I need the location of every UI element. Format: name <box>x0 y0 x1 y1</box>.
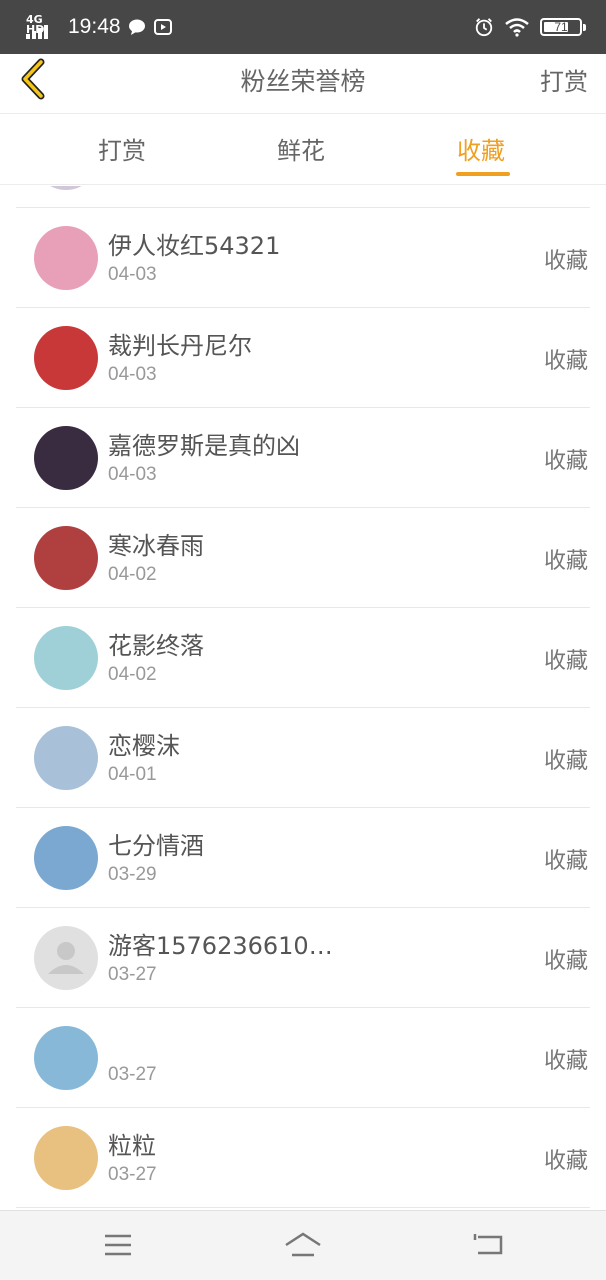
list-item[interactable]: 恋樱沫 04-01 收藏 <box>16 708 590 808</box>
action-label: 收藏 <box>543 549 588 574</box>
list-item[interactable]: 嘉德罗斯是真的凶 04-03 收藏 <box>16 408 590 508</box>
action-label: 收藏 <box>543 749 588 774</box>
list-item[interactable]: 游客1576236610… 03-27 收藏 <box>16 908 590 1008</box>
tab-bar: 打赏 鲜花 收藏 <box>0 115 606 185</box>
date: 04-03 <box>108 464 157 485</box>
list-item[interactable]: 七分情酒 03-29 收藏 <box>16 808 590 908</box>
avatar <box>34 186 98 190</box>
date: 03-27 <box>108 964 157 985</box>
avatar[interactable] <box>34 826 98 890</box>
alarm-icon <box>474 17 494 37</box>
video-app-icon <box>153 17 173 37</box>
avatar[interactable] <box>34 1126 98 1190</box>
tab-favorites[interactable]: 收藏 <box>457 131 505 166</box>
battery-level: 71 <box>554 20 568 34</box>
action-label: 收藏 <box>543 1049 588 1074</box>
list-item[interactable]: 03-27 收藏 <box>16 1008 590 1108</box>
action-label: 收藏 <box>543 249 588 274</box>
action-label: 收藏 <box>543 349 588 374</box>
clock: 19:48 <box>68 15 121 38</box>
tab-reward[interactable]: 打赏 <box>98 131 146 166</box>
wifi-icon <box>504 17 530 37</box>
avatar[interactable] <box>34 226 98 290</box>
date: 04-01 <box>108 764 157 785</box>
menu-icon <box>105 1234 131 1256</box>
fan-list: 伊人妆红54321 04-03 收藏 裁判长丹尼尔 04-03 收藏 嘉德罗斯是… <box>0 186 606 1210</box>
date: 03-29 <box>108 864 157 885</box>
user-name: 伊人妆红54321 <box>108 232 281 260</box>
list-item[interactable]: 粒粒 03-27 收藏 <box>16 1108 590 1208</box>
avatar[interactable] <box>34 526 98 590</box>
network-signal-icon: 4G HD <box>26 14 56 39</box>
list-item[interactable]: 裁判长丹尼尔 04-03 收藏 <box>16 308 590 408</box>
status-bar: 4G HD 19:48 71 <box>0 0 606 54</box>
list-item-partial <box>16 186 590 208</box>
action-label: 收藏 <box>543 849 588 874</box>
avatar[interactable] <box>34 726 98 790</box>
back-nav-button[interactable] <box>468 1227 508 1263</box>
action-label: 收藏 <box>543 649 588 674</box>
user-name: 游客1576236610… <box>108 932 333 960</box>
reward-button[interactable]: 打赏 <box>540 62 588 97</box>
avatar[interactable] <box>34 426 98 490</box>
user-name: 裁判长丹尼尔 <box>108 332 252 360</box>
date: 04-03 <box>108 364 157 385</box>
message-icon <box>127 17 147 37</box>
header: 粉丝荣誉榜 打赏 <box>0 54 606 114</box>
user-name: 花影终落 <box>108 632 204 660</box>
avatar[interactable] <box>34 626 98 690</box>
home-icon <box>285 1232 321 1257</box>
date: 03-27 <box>108 1064 157 1085</box>
tab-flowers[interactable]: 鲜花 <box>277 131 325 166</box>
list-item[interactable]: 伊人妆红54321 04-03 收藏 <box>16 208 590 308</box>
return-icon <box>473 1234 503 1255</box>
system-nav-bar <box>0 1210 606 1280</box>
action-label: 收藏 <box>543 949 588 974</box>
date: 03-27 <box>108 1164 157 1185</box>
date: 04-03 <box>108 264 157 285</box>
user-name: 寒冰春雨 <box>108 532 204 560</box>
list-item[interactable]: 花影终落 04-02 收藏 <box>16 608 590 708</box>
battery-indicator: 71 <box>540 18 586 36</box>
menu-button[interactable] <box>98 1227 138 1263</box>
active-tab-indicator <box>456 172 510 176</box>
user-name: 粒粒 <box>108 1132 156 1160</box>
page-title: 粉丝荣誉榜 <box>240 67 366 96</box>
date: 04-02 <box>108 564 157 585</box>
date: 04-02 <box>108 664 157 685</box>
default-user-icon <box>48 942 84 974</box>
home-button[interactable] <box>283 1227 323 1263</box>
avatar[interactable] <box>34 326 98 390</box>
user-name: 恋樱沫 <box>108 732 180 760</box>
action-label: 收藏 <box>543 1149 588 1174</box>
avatar[interactable] <box>34 1026 98 1090</box>
user-name: 七分情酒 <box>108 832 204 860</box>
avatar[interactable] <box>34 926 98 990</box>
list-item[interactable]: 寒冰春雨 04-02 收藏 <box>16 508 590 608</box>
user-name: 嘉德罗斯是真的凶 <box>108 432 300 460</box>
action-label: 收藏 <box>543 449 588 474</box>
